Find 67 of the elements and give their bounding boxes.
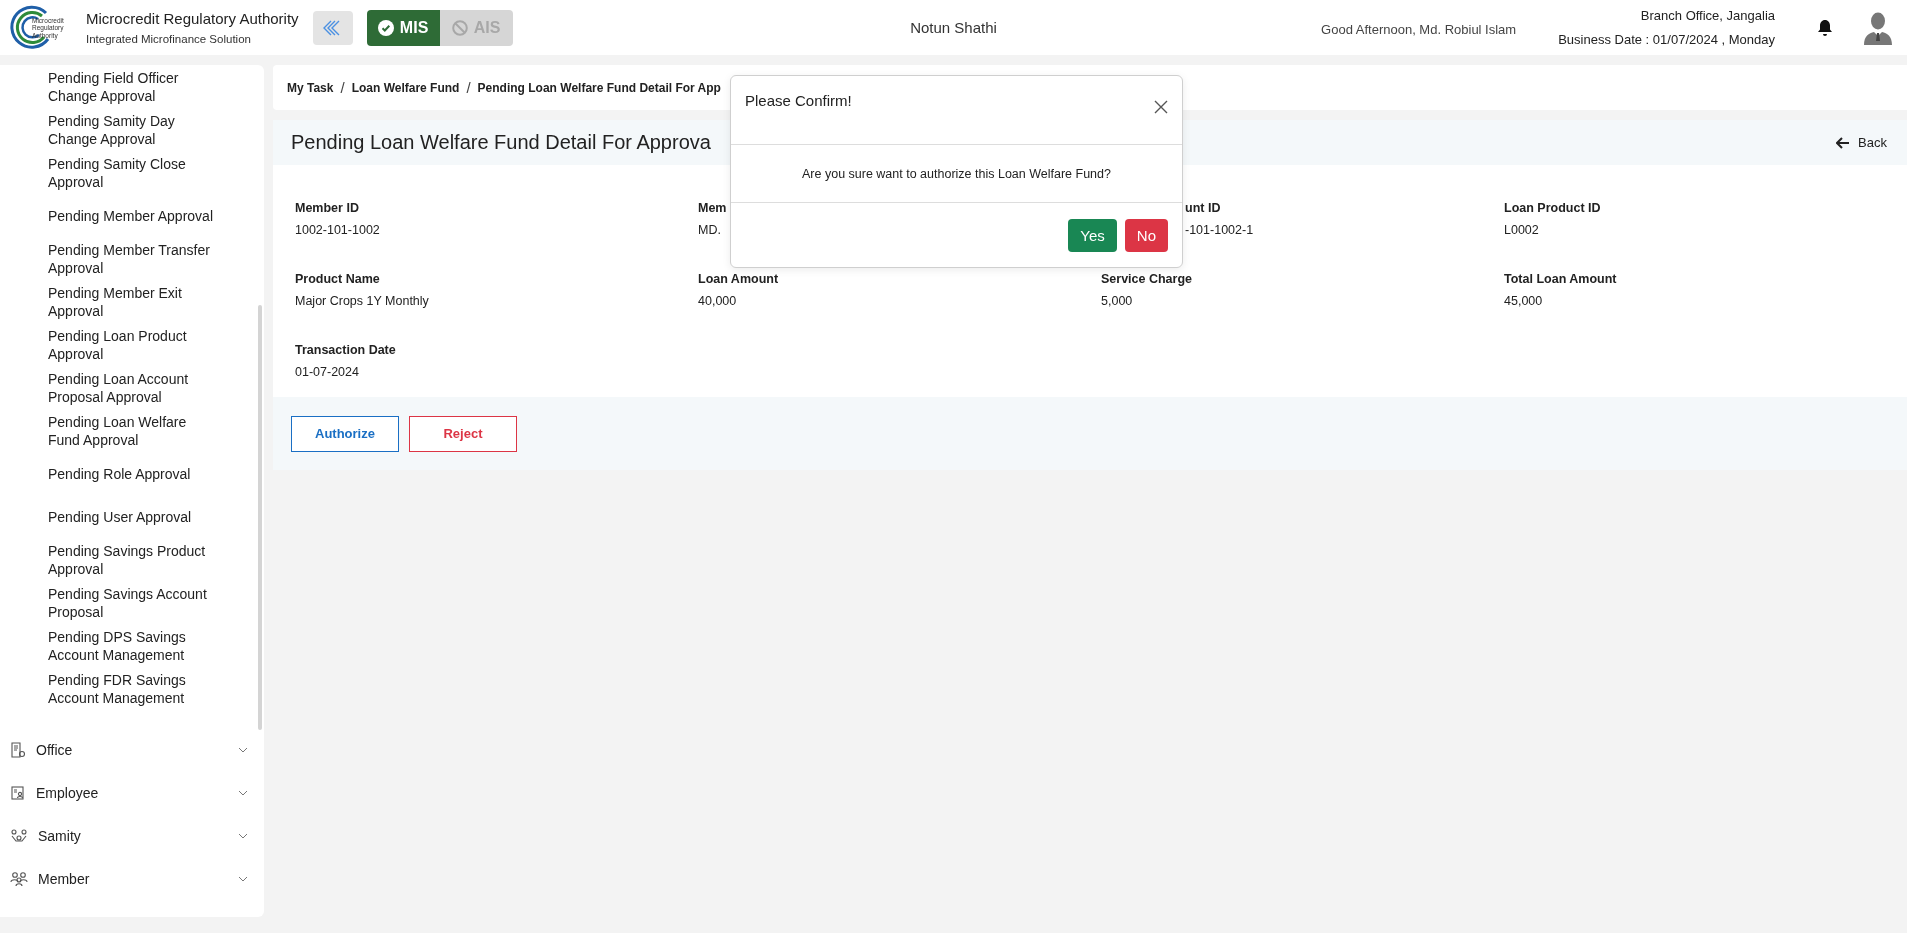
bell-icon[interactable] xyxy=(1817,18,1833,37)
field-label: Member ID xyxy=(295,201,360,215)
field-value: 1002-101-1002 xyxy=(295,223,381,237)
sidebar-item[interactable]: Pending FDR Savings Account Management xyxy=(0,667,222,710)
org-title: Microcredit Regulatory Authority xyxy=(86,10,299,27)
field-value: Major Crops 1Y Monthly xyxy=(295,294,430,308)
people-icon xyxy=(10,870,28,887)
sidebar-item[interactable]: Pending Member Approval xyxy=(0,194,222,237)
sidebar-item[interactable]: Pending Field Officer Change Approval xyxy=(0,65,222,108)
sidebar-item[interactable]: Pending Samity Day Change Approval xyxy=(0,108,222,151)
sidebar-menu[interactable]: Samity xyxy=(0,814,264,857)
field-value: 01-07-2024 xyxy=(295,365,360,379)
arrow-left-icon xyxy=(1836,136,1851,149)
app-name: Notun Shathi xyxy=(910,19,997,36)
org-subtitle: Integrated Microfinance Solution xyxy=(86,33,252,45)
sidebar-item[interactable]: Pending Member Exit Approval xyxy=(0,280,222,323)
sidebar-item[interactable]: Pending Loan Product Approval xyxy=(0,323,222,366)
avatar-icon[interactable] xyxy=(1863,10,1893,45)
business-date: Business Date : 01/07/2024 , Monday xyxy=(1558,32,1775,47)
field-label: Product Name xyxy=(295,272,381,286)
field-value: L0002 xyxy=(1504,223,1540,237)
module-tab[interactable]: MIS xyxy=(366,9,440,46)
field-label: Total Loan Amount xyxy=(1504,272,1618,286)
page-title: Pending Loan Welfare Fund Detail For Approva xyxy=(291,131,711,154)
field-value: 40,000 xyxy=(698,294,738,308)
field-value: 45,000 xyxy=(1504,294,1544,308)
breadcrumb-separator: / xyxy=(340,79,345,96)
reject-button[interactable]: Reject xyxy=(409,415,517,452)
field-label: unt ID xyxy=(1185,201,1222,215)
sidebar-item[interactable]: Pending Savings Account Proposal xyxy=(0,581,222,624)
dialog-message: Are you sure want to authorize this Loan Welfare Fund? xyxy=(802,166,1111,181)
sidebar-menu[interactable]: Employee xyxy=(0,771,264,814)
sidebar-item[interactable]: Pending User Approval xyxy=(0,495,222,538)
field-label: Loan Product ID xyxy=(1504,201,1602,215)
field-label: Service Charge xyxy=(1101,272,1194,286)
breadcrumb-separator: / xyxy=(466,79,471,96)
breadcrumb-link[interactable]: My Task xyxy=(287,80,334,95)
document-icon xyxy=(10,741,26,758)
field-label: Loan Amount xyxy=(698,272,780,286)
ban-icon xyxy=(451,19,468,36)
authorize-button[interactable]: Authorize xyxy=(291,415,399,452)
field-value: -101-1002-1 xyxy=(1185,223,1255,237)
sidebar-item[interactable]: Pending Role Approval xyxy=(0,452,222,495)
group-icon xyxy=(10,827,28,844)
sidebar-item[interactable]: Pending DPS Savings Account Management xyxy=(0,624,222,667)
sidebar-item[interactable]: Pending Member Transfer Approval xyxy=(0,237,222,280)
sidebar-menu[interactable]: Member xyxy=(0,857,264,900)
field-label: Mem xyxy=(698,201,728,215)
sidebar-item[interactable]: Pending Savings Product Approval xyxy=(0,538,222,581)
sidebar-item[interactable]: Pending Samity Close Approval xyxy=(0,151,222,194)
back-button[interactable]: Back xyxy=(1836,135,1887,150)
breadcrumb-link[interactable]: Loan Welfare Fund xyxy=(351,80,460,95)
check-icon xyxy=(377,19,394,36)
sidebar-item[interactable]: Pending Loan Account Proposal Approval xyxy=(0,366,222,409)
breadcrumb-link[interactable]: Pending Loan Welfare Fund Detail For App xyxy=(477,80,721,95)
scrollbar[interactable] xyxy=(258,305,262,730)
id-card-icon xyxy=(10,784,26,801)
collapse-button[interactable] xyxy=(312,10,353,45)
greeting: Good Afternoon, Md. Robiul Islam xyxy=(1321,22,1517,37)
dialog-title: Please Confirm! xyxy=(745,92,852,109)
field-label: Transaction Date xyxy=(295,343,397,357)
field-value: 5,000 xyxy=(1101,294,1134,308)
sidebar-item[interactable]: Pending Loan Welfare Fund Approval xyxy=(0,409,222,452)
branch-name: Branch Office, Jangalia xyxy=(1640,8,1775,23)
sidebar-menu[interactable]: Office xyxy=(0,728,264,771)
yes-button[interactable]: Yes xyxy=(1068,218,1117,252)
no-button[interactable]: No xyxy=(1124,218,1168,252)
